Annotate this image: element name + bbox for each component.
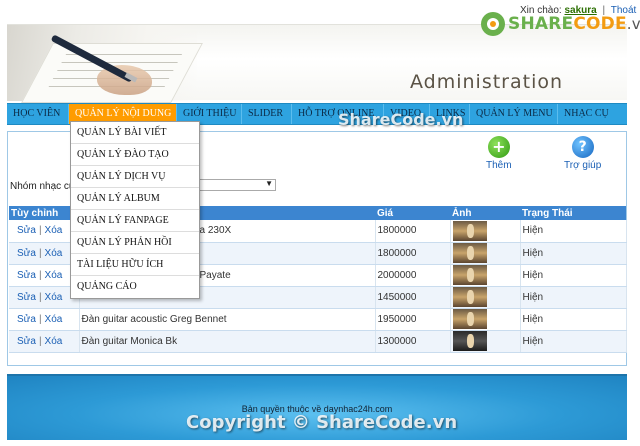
sharecode-logo: SHARECODE.vn — [481, 12, 640, 36]
help-label: Trợ giúp — [564, 160, 602, 171]
product-thumbnail — [452, 243, 487, 263]
menu-item-quan-ly-phan-hoi[interactable]: QUẢN LÝ PHẢN HỒI — [71, 232, 199, 254]
menu-item-quan-ly-dich-vu[interactable]: QUẢN LÝ DỊCH VỤ — [71, 166, 199, 188]
column-price: Giá — [375, 206, 450, 220]
edit-link[interactable]: Sửa — [17, 270, 36, 281]
product-price: 2000000 — [375, 264, 451, 287]
product-name: Đàn guitar Monica Bk — [79, 330, 376, 353]
product-price: 1950000 — [375, 308, 451, 331]
content-management-dropdown: QUẢN LÝ BÀI VIẾT QUẢN LÝ ĐÀO TẠO QUẢN LÝ… — [70, 121, 200, 299]
product-thumbnail — [452, 331, 487, 351]
product-thumbnail — [452, 220, 487, 241]
product-name: Đàn guitar acoustic Greg Bennet — [79, 308, 376, 331]
help-icon: ? — [571, 136, 594, 158]
table-row: Sửa | Xóa Đàn guitar Monica Bk 1300000 Hiệ… — [9, 330, 627, 353]
delete-link[interactable]: Xóa — [45, 248, 63, 259]
edit-link[interactable]: Sửa — [17, 225, 36, 236]
menu-item-tai-lieu-huu-ich[interactable]: TÀI LIỆU HỮU ÍCH — [71, 254, 199, 276]
menu-item-quang-cao[interactable]: QUẢNG CÁO — [71, 276, 199, 298]
watermark-center: ShareCode.vn — [338, 110, 464, 129]
product-thumbnail — [452, 287, 487, 307]
help-button[interactable]: ? Trợ giúp — [564, 136, 601, 171]
filter-label: Nhóm nhạc cụ — [10, 181, 75, 192]
menu-item-quan-ly-bai-viet[interactable]: QUẢN LÝ BÀI VIẾT — [71, 122, 199, 144]
product-thumbnail — [452, 265, 487, 285]
product-status: Hiện — [520, 308, 627, 331]
menu-item-quan-ly-album[interactable]: QUẢN LÝ ALBUM — [71, 188, 199, 210]
page-title: Administration — [410, 71, 564, 93]
nav-item-hoc-vien[interactable]: HỌC VIÊN — [7, 104, 69, 124]
product-price: 1800000 — [375, 242, 451, 265]
add-icon: + — [487, 136, 510, 158]
delete-link[interactable]: Xóa — [45, 270, 63, 281]
menu-item-quan-ly-dao-tao[interactable]: QUẢN LÝ ĐÀO TẠO — [71, 144, 199, 166]
delete-link[interactable]: Xóa — [45, 336, 63, 347]
nav-item-nhac-cu[interactable]: NHẠC CỤ — [558, 104, 627, 124]
watermark-bottom: Copyright © ShareCode.vn — [186, 412, 458, 433]
edit-link[interactable]: Sửa — [17, 292, 36, 303]
nav-item-slider[interactable]: SLIDER — [242, 104, 292, 124]
column-image: Ảnh — [450, 206, 520, 220]
product-price: 1450000 — [375, 286, 451, 309]
delete-link[interactable]: Xóa — [45, 292, 63, 303]
table-row: Sửa | Xóa Đàn guitar acoustic Greg Bennet … — [9, 308, 627, 331]
sharecode-logo-icon — [481, 12, 505, 36]
menu-item-quan-ly-fanpage[interactable]: QUẢN LÝ FANPAGE — [71, 210, 199, 232]
add-label: Thêm — [486, 160, 512, 171]
product-thumbnail — [452, 309, 487, 329]
edit-link[interactable]: Sửa — [17, 336, 36, 347]
column-status: Trạng Thái — [520, 206, 626, 220]
product-status: Hiện — [520, 220, 627, 243]
edit-link[interactable]: Sửa — [17, 248, 36, 259]
add-button[interactable]: + Thêm — [486, 136, 512, 171]
product-status: Hiện — [520, 286, 627, 309]
product-status: Hiện — [520, 242, 627, 265]
delete-link[interactable]: Xóa — [45, 314, 63, 325]
chevron-down-icon: ▼ — [265, 179, 273, 188]
product-status: Hiện — [520, 330, 627, 353]
delete-link[interactable]: Xóa — [45, 225, 63, 236]
banner-illustration — [7, 25, 203, 103]
product-price: 1800000 — [375, 220, 451, 243]
column-actions: Tùy chỉnh — [9, 206, 79, 220]
product-status: Hiện — [520, 264, 627, 287]
edit-link[interactable]: Sửa — [17, 314, 36, 325]
nav-item-quan-ly-menu[interactable]: QUẢN LÝ MENU — [470, 104, 558, 124]
product-price: 1300000 — [375, 330, 451, 353]
